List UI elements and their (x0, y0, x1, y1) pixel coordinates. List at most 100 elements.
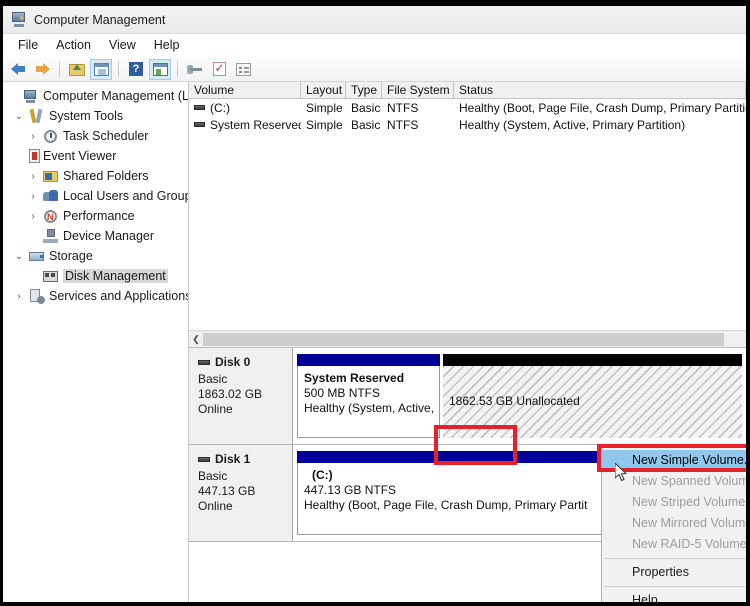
column-header-layout[interactable]: Layout (301, 82, 346, 98)
menu-view[interactable]: View (100, 36, 145, 54)
disk-name: Disk 1 (215, 452, 251, 466)
tools-icon (29, 108, 45, 124)
title-bar: Computer Management (3, 6, 746, 34)
properties-icon[interactable] (208, 59, 230, 80)
computer-management-icon (11, 12, 27, 27)
show-hide-console-tree-icon[interactable] (90, 58, 112, 80)
forward-icon[interactable] (31, 59, 53, 80)
menu-item-new-simple-volume[interactable]: New Simple Volume... (602, 450, 746, 471)
disk-size: 447.13 GB (198, 484, 256, 498)
tree-item-local-users-and-groups[interactable]: › Local Users and Groups (3, 186, 188, 206)
chevron-down-icon[interactable]: ⌄ (13, 111, 25, 122)
chevron-right-icon[interactable]: › (27, 211, 39, 222)
table-row[interactable]: System Reserved Simple Basic NTFS Health… (189, 116, 746, 133)
tree-item-label: Device Manager (63, 229, 155, 243)
volume-name: (C:) (210, 100, 230, 115)
tree-item-label: Shared Folders (63, 169, 149, 183)
volume-name: System Reserved (210, 117, 301, 132)
menu-separator (604, 558, 746, 559)
volume-type-cell: Basic (351, 100, 381, 115)
menu-action[interactable]: Action (47, 36, 100, 54)
scrollbar-track[interactable] (203, 331, 746, 347)
disk-1-info[interactable]: Disk 1 Basic 447.13 GB Online (189, 445, 293, 541)
event-viewer-icon (27, 148, 43, 164)
tree-item-system-tools[interactable]: ⌄ System Tools (3, 106, 188, 126)
shared-folders-icon (43, 169, 59, 184)
tree-item-computer-management[interactable]: › Computer Management (Local (3, 86, 188, 106)
help-icon[interactable]: ? (125, 59, 147, 80)
chevron-right-icon[interactable]: › (27, 131, 39, 142)
disk-state: Online (198, 402, 233, 416)
rescan-disks-icon[interactable] (184, 59, 206, 80)
menu-item-new-striped-volume[interactable]: New Striped Volume... (602, 492, 746, 513)
volume-list: Volume Layout Type File System Status (C… (189, 82, 746, 347)
chevron-right-icon[interactable]: › (27, 171, 39, 182)
partition-details: System Reserved 500 MB NTFS Healthy (Sys… (297, 366, 440, 438)
partition-status: Healthy (System, Active, (304, 401, 435, 415)
volume-layout-cell: Simple (306, 100, 343, 115)
tree-item-disk-management[interactable]: › Disk Management (3, 266, 188, 286)
menu-help[interactable]: Help (145, 36, 189, 54)
volume-type-cell: Basic (351, 117, 381, 132)
table-row[interactable]: (C:) Simple Basic NTFS Healthy (Boot, Pa… (189, 99, 746, 116)
disk-0-partitions: System Reserved 500 MB NTFS Healthy (Sys… (293, 348, 746, 444)
storage-icon (29, 249, 45, 264)
tree-item-label: Task Scheduler (63, 129, 149, 143)
disk-state: Online (198, 499, 233, 513)
tree-item-label: Disk Management (63, 269, 168, 283)
tree-item-storage[interactable]: ⌄ Storage (3, 246, 188, 266)
volume-filesystem-cell: NTFS (387, 117, 419, 132)
tree-item-label: Services and Applications (49, 289, 188, 303)
show-hide-action-pane-icon[interactable] (149, 58, 171, 80)
drive-icon (194, 122, 205, 127)
menu-item-new-raid5-volume[interactable]: New RAID-5 Volume... (602, 534, 746, 555)
toolbar-separator (177, 61, 178, 77)
partition-unallocated[interactable]: 1862.53 GB Unallocated (443, 354, 742, 438)
column-header-file-system[interactable]: File System (382, 82, 454, 98)
disk-size: 1863.02 GB (198, 387, 263, 401)
window-title: Computer Management (34, 12, 166, 27)
chevron-right-icon[interactable]: › (13, 291, 25, 302)
disk-type: Basic (198, 372, 228, 386)
scrollbar-thumb[interactable] (203, 332, 725, 346)
tree-item-performance[interactable]: › N Performance (3, 206, 188, 226)
chevron-down-icon[interactable]: ⌄ (13, 251, 25, 262)
tree-item-label: Computer Management (Local (43, 89, 188, 103)
menu-item-new-spanned-volume[interactable]: New Spanned Volume... (602, 471, 746, 492)
computer-management-window: Computer Management File Action View Hel… (0, 0, 750, 606)
menu-bar: File Action View Help (3, 34, 746, 57)
list-view-icon[interactable] (232, 59, 254, 80)
partition-size-fs: 500 MB NTFS (304, 386, 381, 400)
tree-item-services-and-applications[interactable]: › Services and Applications (3, 286, 188, 306)
column-header-type[interactable]: Type (346, 82, 382, 98)
partition-cap (297, 354, 440, 366)
back-icon[interactable] (7, 59, 29, 80)
toolbar-separator (118, 61, 119, 77)
drive-icon (194, 105, 205, 110)
menu-item-new-mirrored-volume[interactable]: New Mirrored Volume... (602, 513, 746, 534)
disk-icon (198, 360, 210, 365)
scroll-left-icon[interactable]: ❮ (189, 332, 203, 347)
tree-item-task-scheduler[interactable]: › Task Scheduler (3, 126, 188, 146)
volume-list-rows: (C:) Simple Basic NTFS Healthy (Boot, Pa… (189, 99, 746, 330)
volume-status-cell: Healthy (Boot, Page File, Crash Dump, Pr… (459, 100, 746, 115)
up-one-level-icon[interactable] (66, 59, 88, 80)
partition-details: 1862.53 GB Unallocated (443, 366, 742, 438)
column-header-volume[interactable]: Volume (189, 82, 301, 98)
performance-icon: N (43, 209, 59, 224)
volume-list-horizontal-scrollbar[interactable]: ❮ (189, 330, 746, 347)
column-header-status[interactable]: Status (454, 82, 746, 98)
volume-layout-cell: Simple (306, 117, 343, 132)
tree-item-shared-folders[interactable]: › Shared Folders (3, 166, 188, 186)
partition-system-reserved[interactable]: System Reserved 500 MB NTFS Healthy (Sys… (297, 354, 440, 438)
chevron-right-icon[interactable]: › (27, 191, 39, 202)
disk-icon (198, 457, 210, 462)
tree-item-device-manager[interactable]: › Device Manager (3, 226, 188, 246)
menu-separator (604, 586, 746, 587)
disk-0-info[interactable]: Disk 0 Basic 1863.02 GB Online (189, 348, 293, 444)
menu-item-help[interactable]: Help (602, 590, 746, 602)
menu-item-properties[interactable]: Properties (602, 562, 746, 583)
tree-item-label: Event Viewer (43, 149, 117, 163)
tree-item-event-viewer[interactable]: › Event Viewer (3, 146, 188, 166)
menu-file[interactable]: File (9, 36, 47, 54)
